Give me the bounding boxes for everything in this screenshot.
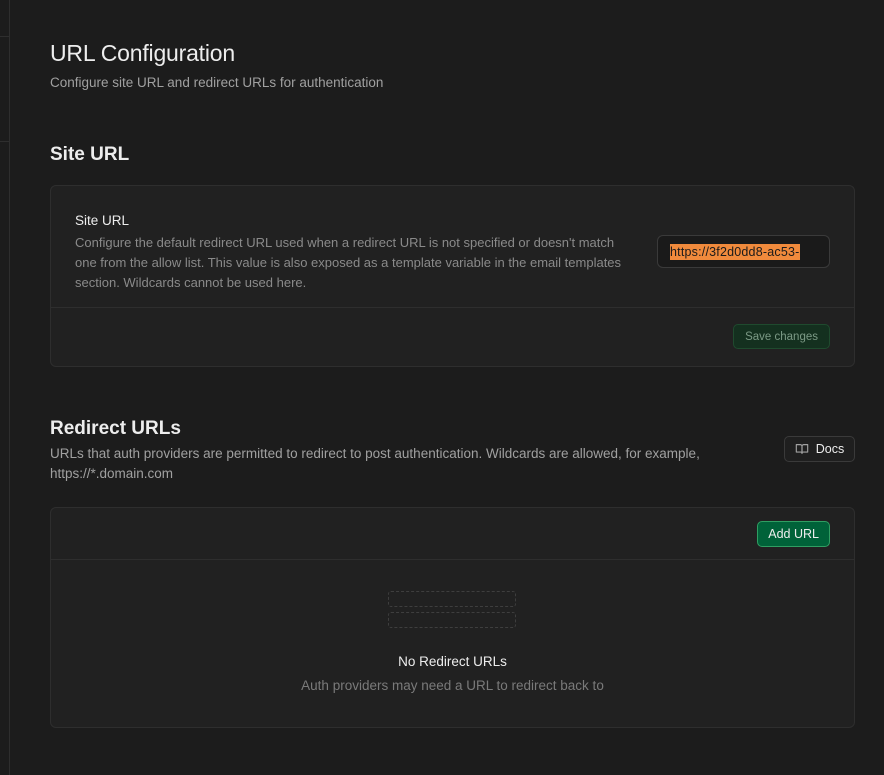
- sidebar-divider: [0, 141, 10, 142]
- site-url-row: Site URL Configure the default redirect …: [51, 186, 854, 308]
- redirect-urls-section-title: Redirect URLs: [50, 418, 181, 439]
- site-url-label: Site URL: [75, 213, 130, 228]
- docs-button-label: Docs: [815, 442, 845, 456]
- site-url-description: Configure the default redirect URL used …: [75, 235, 622, 290]
- save-changes-button[interactable]: Save changes: [733, 324, 830, 349]
- page-subtitle: Configure site URL and redirect URLs for…: [50, 75, 384, 90]
- empty-state-placeholder: [388, 612, 516, 628]
- redirect-urls-toolbar: Add URL: [51, 508, 854, 560]
- site-url-input-value: https://3f2d0dd8-ac53-: [670, 243, 800, 260]
- docs-button[interactable]: Docs: [784, 436, 855, 462]
- book-icon: [795, 444, 809, 454]
- site-url-section-title: Site URL: [50, 144, 130, 165]
- redirect-urls-description: URLs that auth providers are permitted t…: [50, 446, 700, 481]
- empty-state-description: Auth providers may need a URL to redirec…: [301, 678, 604, 693]
- site-url-card: Site URL Configure the default redirect …: [50, 185, 855, 367]
- page-title: URL Configuration: [50, 40, 235, 66]
- add-url-button[interactable]: Add URL: [757, 521, 830, 547]
- redirect-urls-card: Add URL No Redirect URLs Auth providers …: [50, 507, 855, 728]
- empty-state-title: No Redirect URLs: [398, 654, 507, 669]
- left-sidebar-edge: [0, 0, 10, 775]
- empty-state-placeholder: [388, 591, 516, 607]
- site-url-input[interactable]: https://3f2d0dd8-ac53-: [657, 235, 830, 268]
- sidebar-divider: [0, 36, 10, 37]
